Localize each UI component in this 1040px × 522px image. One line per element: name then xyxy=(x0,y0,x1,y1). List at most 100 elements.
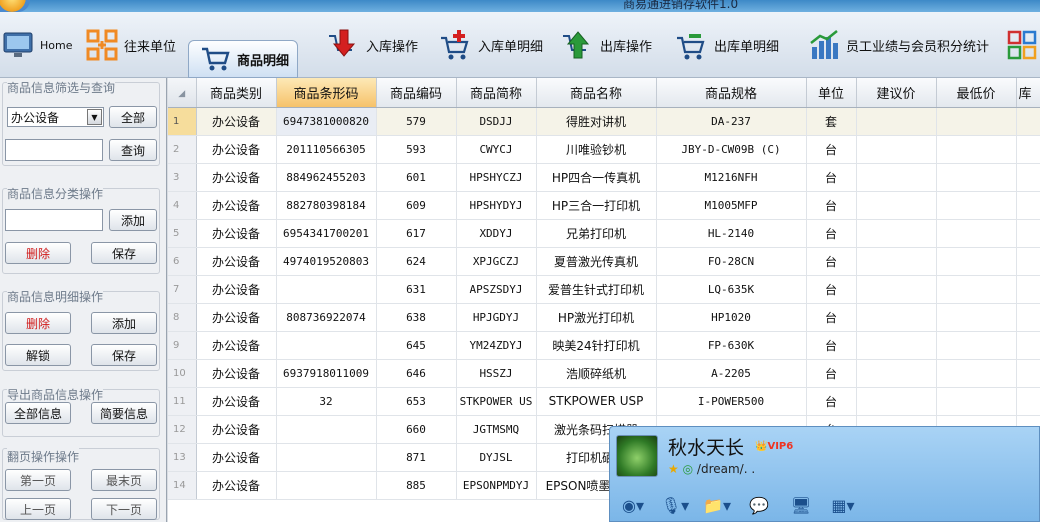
row-number[interactable]: 6 xyxy=(168,247,197,276)
table-cell[interactable] xyxy=(856,219,937,248)
table-cell[interactable]: 882780398184 xyxy=(276,191,377,220)
table-cell[interactable] xyxy=(856,331,937,360)
table-cell[interactable] xyxy=(856,163,937,192)
table-cell[interactable]: 爱普生针式打印机 xyxy=(536,275,657,304)
table-cell[interactable]: HPSHYCZJ xyxy=(456,163,537,192)
table-cell[interactable] xyxy=(856,135,937,164)
table-cell[interactable]: 办公设备 xyxy=(196,331,277,360)
column-header[interactable]: 库 xyxy=(1016,78,1040,108)
table-cell[interactable]: FO-28CN xyxy=(656,247,807,276)
table-row[interactable]: 2 办公设备 201110566305 593 CWYCJ 川唯验钞机 JBY-D-CW09… xyxy=(168,135,1040,164)
table-cell[interactable] xyxy=(276,275,377,304)
table-cell[interactable]: 夏普激光传真机 xyxy=(536,247,657,276)
table-cell[interactable]: XDDYJ xyxy=(456,219,537,248)
export-brief-button[interactable]: 简要信息 xyxy=(91,402,157,424)
app-grid-icon[interactable]: ▦▾ xyxy=(828,493,858,517)
table-cell[interactable]: DYJSL xyxy=(456,443,537,472)
table-row[interactable]: 4 办公设备 882780398184 609 HPSHYDYJ HP三合一打印机 M100… xyxy=(168,191,1040,220)
table-cell[interactable]: 办公设备 xyxy=(196,303,277,332)
row-number[interactable]: 3 xyxy=(168,163,197,192)
column-header[interactable]: 建议价 xyxy=(856,78,937,108)
table-row[interactable]: 1 办公设备 6947381000820 579 DSDJJ 得胜对讲机 DA-237 套 xyxy=(168,107,1040,136)
table-cell[interactable]: 办公设备 xyxy=(196,415,277,444)
save-category-button[interactable]: 保存 xyxy=(91,242,157,264)
toolbar-stock-in[interactable]: 入库操作 xyxy=(326,12,418,78)
table-cell[interactable]: HP激光打印机 xyxy=(536,303,657,332)
table-row[interactable]: 9 办公设备 645 YM24ZDYJ 映美24针打印机 FP-630K 台 xyxy=(168,331,1040,360)
column-header[interactable]: 商品名称 xyxy=(536,78,657,108)
table-cell[interactable]: 办公设备 xyxy=(196,387,277,416)
table-cell[interactable]: HP1020 xyxy=(656,303,807,332)
table-cell[interactable] xyxy=(1016,163,1040,192)
table-cell[interactable] xyxy=(1016,275,1040,304)
table-cell[interactable]: JGTMSMQ xyxy=(456,415,537,444)
toolbar-stock-out[interactable]: 出库操作 xyxy=(560,12,652,78)
table-cell[interactable] xyxy=(1016,303,1040,332)
table-cell[interactable]: 638 xyxy=(376,303,457,332)
add-category-button[interactable]: 添加 xyxy=(109,209,157,231)
table-cell[interactable]: EPSONPMDYJ xyxy=(456,471,537,500)
category-name-input[interactable] xyxy=(5,209,103,231)
row-number[interactable]: 10 xyxy=(168,359,197,388)
table-cell[interactable] xyxy=(1016,359,1040,388)
export-full-button[interactable]: 全部信息 xyxy=(5,402,71,424)
message-add-icon[interactable]: 💬 xyxy=(744,493,774,517)
table-cell[interactable]: 885 xyxy=(376,471,457,500)
column-header[interactable]: 最低价 xyxy=(936,78,1017,108)
table-cell[interactable]: 办公设备 xyxy=(196,471,277,500)
next-page-button[interactable]: 下一页 xyxy=(91,498,157,520)
table-cell[interactable] xyxy=(936,191,1017,220)
table-cell[interactable]: 579 xyxy=(376,107,457,136)
table-cell[interactable]: A-2205 xyxy=(656,359,807,388)
row-number[interactable]: 7 xyxy=(168,275,197,304)
table-cell[interactable] xyxy=(1016,135,1040,164)
table-cell[interactable]: 609 xyxy=(376,191,457,220)
table-row[interactable]: 7 办公设备 631 APSZSDYJ 爱普生针式打印机 LQ-635K 台 xyxy=(168,275,1040,304)
table-cell[interactable] xyxy=(1016,191,1040,220)
table-cell[interactable] xyxy=(276,415,377,444)
table-cell[interactable] xyxy=(936,107,1017,136)
table-cell[interactable]: 办公设备 xyxy=(196,135,277,164)
table-cell[interactable]: 645 xyxy=(376,331,457,360)
table-cell[interactable]: 台 xyxy=(806,135,857,164)
table-cell[interactable]: APSZSDYJ xyxy=(456,275,537,304)
table-cell[interactable] xyxy=(936,163,1017,192)
table-cell[interactable] xyxy=(936,275,1017,304)
microphone-icon[interactable]: 🎙▾ xyxy=(660,493,690,517)
table-cell[interactable]: 617 xyxy=(376,219,457,248)
table-cell[interactable] xyxy=(1016,331,1040,360)
toolbar-product-detail[interactable]: 商品明细 xyxy=(188,40,299,78)
table-cell[interactable] xyxy=(936,359,1017,388)
delete-detail-button[interactable]: 删除 xyxy=(5,312,71,334)
row-number[interactable]: 14 xyxy=(168,471,197,500)
table-cell[interactable]: 办公设备 xyxy=(196,191,277,220)
table-row[interactable]: 5 办公设备 6954341700201 617 XDDYJ 兄弟打印机 HL-2140 台 xyxy=(168,219,1040,248)
table-cell[interactable]: DA-237 xyxy=(656,107,807,136)
category-select[interactable]: 办公设备 ▼ xyxy=(7,107,104,127)
table-cell[interactable]: 办公设备 xyxy=(196,163,277,192)
table-cell[interactable]: 浩顺碎纸机 xyxy=(536,359,657,388)
table-cell[interactable]: FP-630K xyxy=(656,331,807,360)
table-cell[interactable] xyxy=(936,135,1017,164)
delete-category-button[interactable]: 删除 xyxy=(5,242,71,264)
table-cell[interactable]: 593 xyxy=(376,135,457,164)
table-cell[interactable]: 办公设备 xyxy=(196,275,277,304)
table-cell[interactable] xyxy=(856,275,937,304)
row-number[interactable]: 4 xyxy=(168,191,197,220)
table-row[interactable]: 8 办公设备 808736922074 638 HPJGDYJ HP激光打印机 HP1020… xyxy=(168,303,1040,332)
table-cell[interactable]: 川唯验钞机 xyxy=(536,135,657,164)
table-cell[interactable]: LQ-635K xyxy=(656,275,807,304)
video-call-icon[interactable]: ◉▾ xyxy=(618,493,648,517)
table-cell[interactable]: 办公设备 xyxy=(196,247,277,276)
row-number[interactable]: 11 xyxy=(168,387,197,416)
table-cell[interactable]: 884962455203 xyxy=(276,163,377,192)
row-number[interactable]: 2 xyxy=(168,135,197,164)
column-header[interactable]: 商品规格 xyxy=(656,78,807,108)
table-cell[interactable]: HP三合一打印机 xyxy=(536,191,657,220)
table-cell[interactable]: 601 xyxy=(376,163,457,192)
first-page-button[interactable]: 第一页 xyxy=(5,469,71,491)
table-cell[interactable]: 6954341700201 xyxy=(276,219,377,248)
table-cell[interactable]: 201110566305 xyxy=(276,135,377,164)
toolbar-statistics[interactable]: 员工业绩与会员积分统计 xyxy=(806,12,989,78)
table-cell[interactable]: 台 xyxy=(806,219,857,248)
